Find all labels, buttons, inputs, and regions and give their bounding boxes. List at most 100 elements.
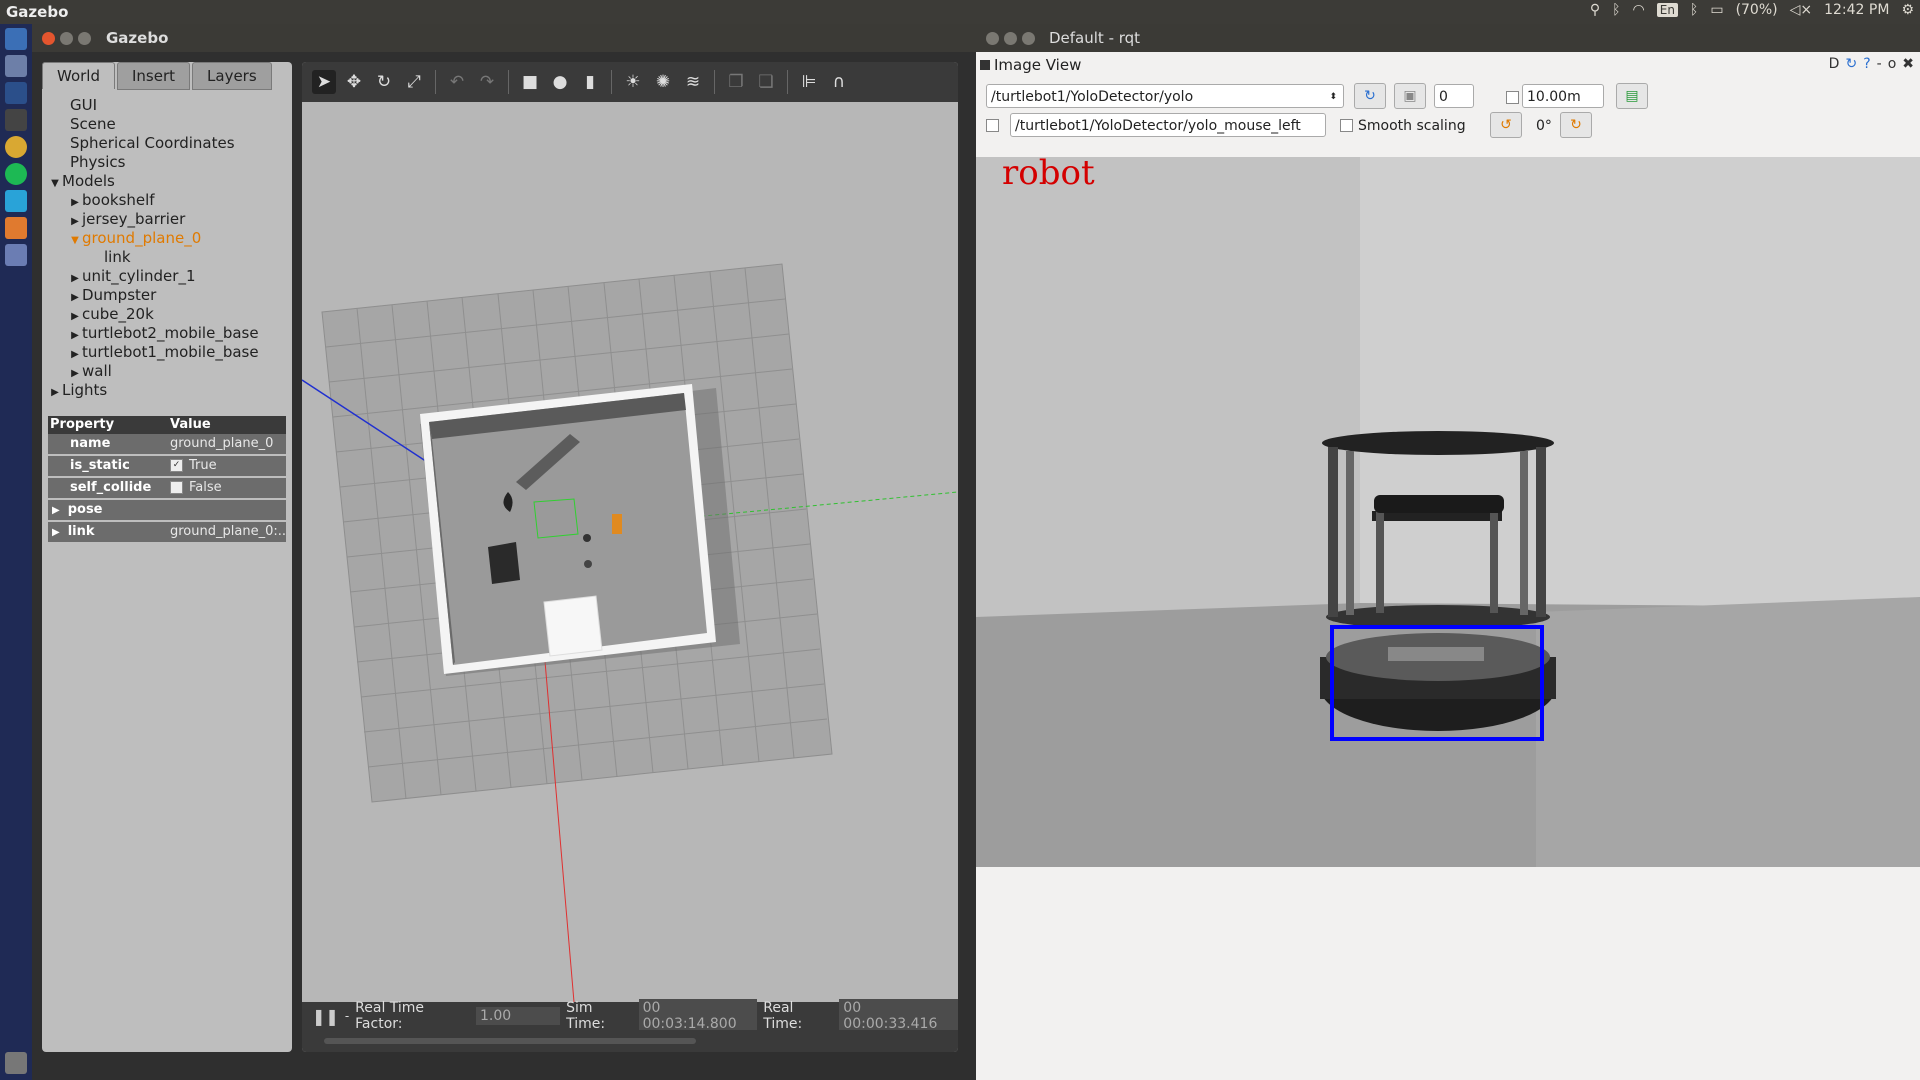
tree-item-model[interactable]: ▶ turtlebot1_mobile_base: [48, 343, 288, 362]
collapsed-caret-icon[interactable]: ▶: [52, 527, 60, 538]
minimize-icon[interactable]: [1004, 32, 1017, 45]
property-value[interactable]: ground_plane_0: [166, 434, 286, 454]
refresh-topics-button[interactable]: ↻: [1354, 83, 1386, 109]
volume-icon[interactable]: ◁×: [1790, 2, 1813, 18]
dock-button[interactable]: D: [1829, 56, 1840, 72]
tab-insert[interactable]: Insert: [117, 62, 191, 90]
align-icon[interactable]: ⊫: [797, 70, 821, 94]
reload-icon[interactable]: ↻: [1845, 56, 1857, 72]
maximize-icon[interactable]: [1022, 32, 1035, 45]
point-light-icon[interactable]: ☀: [621, 70, 645, 94]
wifi-icon[interactable]: ◠: [1633, 2, 1645, 18]
tree-item-model-selected[interactable]: ▼ ground_plane_0: [48, 229, 288, 248]
rqt-titlebar[interactable]: Default - rqt: [976, 24, 1920, 52]
box-icon[interactable]: ■: [518, 70, 542, 94]
maximize-icon[interactable]: [78, 32, 91, 45]
undo-icon[interactable]: ↶: [445, 70, 469, 94]
vscode-icon[interactable]: [5, 190, 27, 212]
horizontal-scrollbar[interactable]: [302, 1030, 958, 1052]
directional-light-icon[interactable]: ≋: [681, 70, 705, 94]
tree-item-gui[interactable]: GUI: [48, 96, 288, 115]
tree-item-model[interactable]: ▶ wall: [48, 362, 288, 381]
spotify-icon[interactable]: [5, 163, 27, 185]
settings-gear-icon[interactable]: ⚙: [1901, 2, 1914, 18]
property-row-name[interactable]: name ground_plane_0: [48, 434, 286, 456]
mouse-topic-input[interactable]: /turtlebot1/YoloDetector/yolo_mouse_left: [1010, 113, 1326, 137]
scroll-thumb[interactable]: [324, 1038, 696, 1044]
tree-item-model[interactable]: ▶ unit_cylinder_1: [48, 267, 288, 286]
pause-icon[interactable]: ❚❚: [312, 1007, 339, 1026]
tree-item-link[interactable]: link: [48, 248, 288, 267]
collapsed-caret-icon[interactable]: ▶: [52, 505, 60, 516]
select-icon[interactable]: ➤: [312, 70, 336, 94]
tab-layers[interactable]: Layers: [192, 62, 272, 90]
property-row-pose[interactable]: ▶ pose: [48, 500, 286, 522]
redo-icon[interactable]: ↷: [475, 70, 499, 94]
workspace-icon[interactable]: [5, 244, 27, 266]
files-icon[interactable]: [5, 55, 27, 77]
bluetooth-icon-2[interactable]: ᛒ: [1690, 2, 1698, 18]
tree-item-scene[interactable]: Scene: [48, 115, 288, 134]
tree-item-physics[interactable]: Physics: [48, 153, 288, 172]
color-scheme-button[interactable]: ▤: [1616, 83, 1648, 109]
property-row-self-collide[interactable]: self_collide False: [48, 478, 286, 500]
collapsed-caret-icon[interactable]: ▶: [48, 383, 62, 402]
trash-icon[interactable]: [5, 1052, 27, 1074]
battery-icon[interactable]: ▭: [1710, 2, 1723, 18]
tab-world[interactable]: World: [42, 62, 115, 89]
help-icon[interactable]: ?: [1863, 56, 1870, 72]
unity-launcher: [0, 24, 32, 1080]
range-input[interactable]: 10.00m: [1522, 84, 1604, 108]
minimize-icon[interactable]: [60, 32, 73, 45]
tree-item-model[interactable]: ▶ bookshelf: [48, 191, 288, 210]
sphere-icon[interactable]: ●: [548, 70, 572, 94]
range-checkbox[interactable]: [1506, 91, 1519, 104]
property-row-link[interactable]: ▶ link ground_plane_0:...: [48, 522, 286, 544]
dropdown-arrows-icon[interactable]: ⬍: [1329, 85, 1337, 109]
save-image-button[interactable]: ▣: [1394, 83, 1426, 109]
close-icon[interactable]: ✖: [1902, 56, 1914, 72]
tree-item-models[interactable]: ▼ Models: [48, 172, 288, 191]
spin-box[interactable]: 0: [1434, 84, 1474, 108]
copy-icon[interactable]: ❐: [724, 70, 748, 94]
bluetooth-icon[interactable]: ᛒ: [1612, 2, 1620, 18]
scale-icon[interactable]: ⤢: [402, 70, 426, 94]
rotate-right-button[interactable]: ↻: [1560, 112, 1592, 138]
app-icon[interactable]: [5, 82, 27, 104]
spot-light-icon[interactable]: ✺: [651, 70, 675, 94]
tree-item-model[interactable]: ▶ turtlebot2_mobile_base: [48, 324, 288, 343]
mouse-publish-checkbox[interactable]: [986, 119, 999, 132]
battery-level[interactable]: (70%): [1736, 2, 1778, 18]
minimize-icon[interactable]: -: [1877, 56, 1882, 72]
tree-item-model[interactable]: ▶ cube_20k: [48, 305, 288, 324]
keyboard-language[interactable]: En: [1656, 3, 1678, 17]
gazebo-icon[interactable]: [5, 217, 27, 239]
close-icon[interactable]: [986, 32, 999, 45]
rotate-left-button[interactable]: ↺: [1490, 112, 1522, 138]
location-icon[interactable]: ⚲: [1590, 2, 1600, 18]
cylinder-icon[interactable]: ▮: [578, 70, 602, 94]
tree-item-spherical[interactable]: Spherical Coordinates: [48, 134, 288, 153]
3d-viewport[interactable]: [302, 102, 958, 1003]
smooth-scaling-checkbox[interactable]: [1340, 119, 1353, 132]
float-icon[interactable]: o: [1888, 56, 1897, 72]
close-icon[interactable]: [42, 32, 55, 45]
tree-item-lights[interactable]: ▶ Lights: [48, 381, 288, 400]
paste-icon[interactable]: ❏: [754, 70, 778, 94]
rotate-icon[interactable]: ↻: [372, 70, 396, 94]
is-static-checkbox[interactable]: ✓: [170, 459, 183, 472]
tree-item-model[interactable]: ▶ jersey_barrier: [48, 210, 288, 229]
translate-icon[interactable]: ✥: [342, 70, 366, 94]
terminal-icon[interactable]: [5, 109, 27, 131]
topic-select[interactable]: /turtlebot1/YoloDetector/yolo ⬍: [986, 84, 1344, 108]
self-collide-checkbox[interactable]: [170, 481, 183, 494]
snap-icon[interactable]: ∩: [827, 70, 851, 94]
camera-image[interactable]: robot: [976, 157, 1920, 867]
gazebo-titlebar[interactable]: Gazebo: [32, 24, 976, 52]
clock[interactable]: 12:42 PM: [1824, 2, 1889, 18]
dash-icon[interactable]: [5, 28, 27, 50]
tree-item-model[interactable]: ▶ Dumpster: [48, 286, 288, 305]
property-row-is-static[interactable]: is_static ✓ True: [48, 456, 286, 478]
real-time-value: 00 00:00:33.416: [839, 999, 958, 1033]
chrome-icon[interactable]: [5, 136, 27, 158]
